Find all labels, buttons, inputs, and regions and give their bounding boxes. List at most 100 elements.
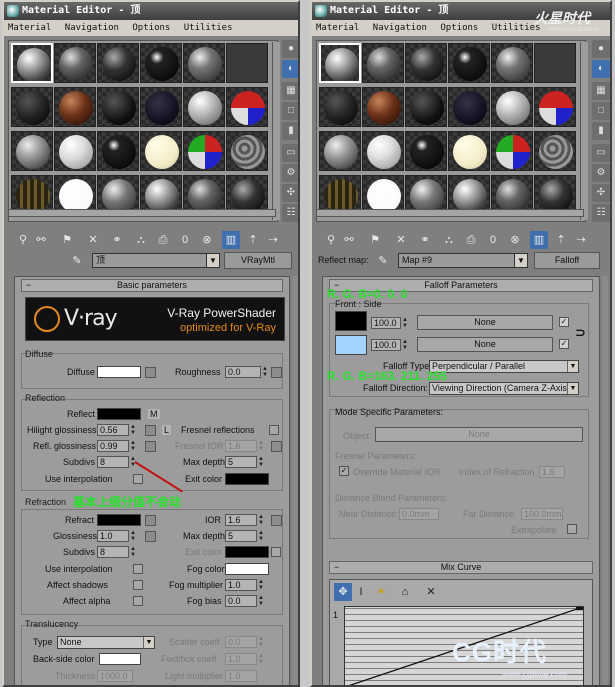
- refraction-exit-color-checkbox[interactable]: [271, 547, 281, 557]
- sample-slot[interactable]: [183, 43, 225, 83]
- refraction-glossiness-spinner[interactable]: ▲ ▼: [129, 530, 137, 542]
- reflection-use-interpolation-checkbox[interactable]: [133, 474, 143, 484]
- hilight-glossiness-map-button[interactable]: [145, 425, 156, 436]
- sample-slot[interactable]: [405, 43, 447, 83]
- refraction-max-depth-field[interactable]: 5: [225, 530, 257, 542]
- refraction-glossiness-map-button[interactable]: [145, 531, 156, 542]
- go-sibling-icon[interactable]: ⇢: [264, 231, 282, 249]
- make-preview-icon[interactable]: ▭: [592, 144, 610, 162]
- menu-utilities[interactable]: Utilities: [184, 23, 233, 33]
- menu-material[interactable]: Material: [316, 23, 359, 33]
- pick-icon[interactable]: ✎: [68, 252, 86, 270]
- slots-horizontal-scrollbar[interactable]: [316, 209, 584, 217]
- front-amount-spinner[interactable]: ▲ ▼: [401, 317, 409, 329]
- menu-options[interactable]: Options: [440, 23, 478, 33]
- roughness-map-button[interactable]: [271, 367, 282, 378]
- material-name-dropdown[interactable]: ▼: [206, 253, 220, 268]
- sample-slot[interactable]: [362, 131, 404, 171]
- sample-slot[interactable]: [226, 43, 268, 83]
- copy-icon[interactable]: ⚭: [416, 231, 434, 249]
- put-to-library-icon[interactable]: ⎙: [154, 231, 172, 249]
- translucency-type-select[interactable]: None ▼: [57, 636, 155, 649]
- put-to-library-icon[interactable]: ⎙: [462, 231, 480, 249]
- copy-icon[interactable]: ⚭: [108, 231, 126, 249]
- refl-glossiness-spinner[interactable]: ▲ ▼: [129, 440, 137, 452]
- scatter-coeff-field[interactable]: 0.0: [225, 636, 257, 648]
- video-check-icon[interactable]: ▮: [592, 122, 610, 140]
- hilight-glossiness-field[interactable]: 0.56: [97, 424, 129, 436]
- background-icon[interactable]: ▦: [592, 82, 610, 100]
- sample-slot[interactable]: [226, 131, 268, 171]
- sample-slot[interactable]: [362, 87, 404, 127]
- sample-slot[interactable]: [534, 131, 576, 171]
- fresnel-ior-field[interactable]: 1.6: [225, 440, 257, 452]
- fresnel-ior-map-button[interactable]: [271, 441, 282, 452]
- side-color-swatch[interactable]: [335, 335, 367, 355]
- sample-slot[interactable]: [11, 131, 53, 171]
- far-distance-field[interactable]: 100.0mm: [521, 508, 563, 520]
- menu-navigation[interactable]: Navigation: [65, 23, 119, 33]
- sample-slot[interactable]: [54, 87, 96, 127]
- side-map-button[interactable]: None: [417, 337, 553, 352]
- refraction-exit-color-swatch[interactable]: [225, 546, 269, 558]
- reflect-color-swatch[interactable]: [97, 408, 141, 420]
- fwd-bck-coeff-spinner[interactable]: ▲ ▼: [257, 653, 265, 665]
- sample-slot[interactable]: [319, 43, 361, 83]
- add-point-icon[interactable]: ✶: [372, 583, 390, 601]
- map-type-button[interactable]: Falloff: [534, 252, 600, 269]
- fwd-bck-coeff-field[interactable]: 1.0: [225, 653, 257, 665]
- sample-slot[interactable]: [534, 43, 576, 83]
- menu-options[interactable]: Options: [132, 23, 170, 33]
- refraction-subdivs-field[interactable]: 8: [97, 546, 129, 558]
- menu-navigation[interactable]: Navigation: [373, 23, 427, 33]
- put-to-scene-icon[interactable]: ⚯: [32, 231, 50, 249]
- delete-point-icon[interactable]: ⌂: [396, 583, 414, 601]
- front-amount-field[interactable]: 100.0: [371, 317, 401, 329]
- sample-slot[interactable]: [140, 87, 182, 127]
- panel-scrollbar-right[interactable]: [602, 276, 608, 685]
- roughness-field[interactable]: 0.0: [225, 366, 261, 378]
- sample-slot[interactable]: [183, 131, 225, 171]
- reflect-m-button[interactable]: M: [148, 409, 160, 419]
- front-map-checkbox[interactable]: ✓: [559, 317, 569, 327]
- go-parent-icon[interactable]: ⇡: [244, 231, 262, 249]
- scatter-coeff-spinner[interactable]: ▲ ▼: [257, 636, 265, 648]
- side-map-checkbox[interactable]: ✓: [559, 339, 569, 349]
- sample-slot[interactable]: [405, 87, 447, 127]
- ior-field[interactable]: 1.6: [225, 514, 257, 526]
- video-check-icon[interactable]: ▮: [282, 122, 298, 140]
- extrapolate-checkbox[interactable]: [567, 524, 577, 534]
- options-icon[interactable]: ⚙: [282, 164, 298, 182]
- go-sibling-icon[interactable]: ⇢: [572, 231, 590, 249]
- panel-scrollbar-left[interactable]: [292, 276, 298, 685]
- material-id-icon[interactable]: 0: [176, 231, 194, 249]
- front-map-button[interactable]: None: [417, 315, 553, 330]
- fog-multiplier-field[interactable]: 1.0: [225, 579, 257, 591]
- slots-vertical-scrollbar[interactable]: [580, 42, 588, 220]
- go-parent-icon[interactable]: ⇡: [552, 231, 570, 249]
- hilight-glossiness-spinner[interactable]: ▲ ▼: [129, 424, 137, 436]
- sample-slot[interactable]: [319, 131, 361, 171]
- sample-slot[interactable]: [11, 87, 53, 127]
- sample-type-icon[interactable]: ●: [592, 40, 610, 58]
- rollout-mix-curve[interactable]: − Mix Curve: [329, 561, 593, 574]
- unique-icon[interactable]: ⛬: [132, 231, 150, 249]
- fresnel-reflections-checkbox[interactable]: [269, 425, 279, 435]
- fog-bias-spinner[interactable]: ▲ ▼: [257, 595, 265, 607]
- swap-colors-icon[interactable]: ⊃: [575, 325, 586, 341]
- slots-vertical-scrollbar[interactable]: [272, 42, 280, 220]
- side-amount-field[interactable]: 100.0: [371, 339, 401, 351]
- options-icon[interactable]: ⚙: [592, 164, 610, 182]
- reflection-max-depth-field[interactable]: 5: [225, 456, 257, 468]
- sample-slot[interactable]: [226, 87, 268, 127]
- near-distance-field[interactable]: 0.0mm: [399, 508, 439, 520]
- assign-icon[interactable]: ⚑: [58, 231, 76, 249]
- falloff-type-select[interactable]: Perpendicular / Parallel ▼: [429, 360, 579, 373]
- sample-slot[interactable]: [362, 43, 404, 83]
- show-end-icon[interactable]: ▥: [530, 231, 548, 249]
- sample-uv-icon[interactable]: □: [282, 102, 298, 120]
- sample-slot[interactable]: [491, 43, 533, 83]
- scale-point-icon[interactable]: I: [352, 583, 370, 601]
- sample-slot[interactable]: [140, 131, 182, 171]
- sample-slot[interactable]: [491, 131, 533, 171]
